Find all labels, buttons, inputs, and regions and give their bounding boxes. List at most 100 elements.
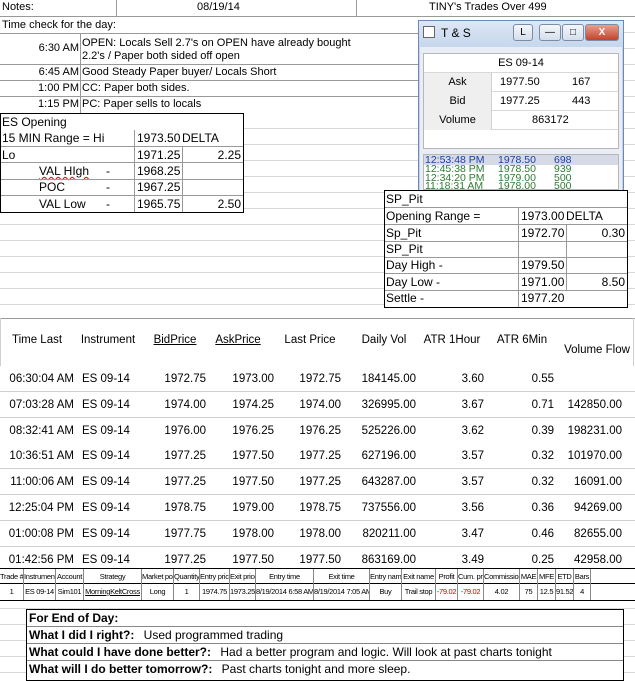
cell-daily-vol: 627196.00 bbox=[361, 450, 416, 463]
col-instrument[interactable]: Instrument bbox=[78, 327, 138, 353]
sp-pit-delta: 0.30 bbox=[601, 226, 625, 240]
bid-size: 443 bbox=[572, 95, 591, 107]
trade-table-header: Trade # Instrument Account Strategy Market p… bbox=[0, 568, 635, 585]
trades-list[interactable]: 12:53:48 PM 1978.50 698 12:45:38 PM 1978… bbox=[423, 154, 619, 191]
cell-instrument: ES 09-14 bbox=[82, 424, 130, 437]
trade-cell: 4.02 bbox=[484, 584, 520, 600]
table-row[interactable]: 10:36:51 AM ES 09-14 1977.25 1977.50 1977.25… bbox=[0, 443, 635, 470]
trade-col-header[interactable]: Commission bbox=[484, 569, 520, 585]
table-row[interactable]: 01:00:08 PM ES 09-14 1977.75 1978.00 1978.00… bbox=[0, 520, 635, 547]
sp-pit-title-2: SP_Pit bbox=[386, 242, 423, 256]
timecheck-note: PC: Paper sells to locals bbox=[82, 98, 202, 110]
time-and-sales-window[interactable]: T & S L — □ X ES 09-14 Ask 1977.50 167 B… bbox=[418, 20, 624, 192]
trade-col-header[interactable]: Bars bbox=[574, 569, 591, 585]
table-row[interactable]: 07:03:28 AM ES 09-14 1974.00 1974.25 1974.00… bbox=[0, 391, 635, 418]
cell-volume-flow: 198231.00 bbox=[567, 424, 622, 437]
header-date: 08/19/14 bbox=[197, 1, 240, 13]
cell-ask-price: 1973.00 bbox=[232, 373, 274, 385]
lo-delta: 2.25 bbox=[217, 148, 241, 162]
cell-daily-vol: 737556.00 bbox=[361, 502, 416, 514]
trade-cell: 91.52 bbox=[556, 584, 574, 600]
timecheck-label: Time check for the day: bbox=[2, 19, 116, 31]
minimize-button[interactable]: — bbox=[539, 24, 561, 41]
trade-col-header[interactable]: MFE bbox=[538, 569, 556, 585]
trade-col-header[interactable]: Quantity bbox=[174, 569, 200, 585]
col-ask-price[interactable]: AskPrice bbox=[208, 327, 268, 353]
cell-ask-price: 1977.50 bbox=[232, 450, 274, 463]
cell-time-last: 08:32:41 AM bbox=[9, 424, 74, 437]
cell-time-last: 10:36:51 AM bbox=[9, 450, 74, 463]
trade-col-header[interactable]: Profit bbox=[436, 569, 458, 585]
trade-col-header[interactable]: Exit time bbox=[314, 569, 370, 585]
trade-col-header[interactable]: Entry time bbox=[256, 569, 314, 585]
cell-volume-flow bbox=[560, 366, 622, 392]
table-row[interactable]: 12:25:04 PM ES 09-14 1978.75 1979.00 1978.75… bbox=[0, 495, 635, 521]
trade-cell: 12.5 bbox=[538, 584, 556, 600]
col-atr-1hour[interactable]: ATR 1Hour bbox=[422, 327, 482, 353]
cell-ask-price: 1978.00 bbox=[232, 527, 274, 540]
col-last-price[interactable]: Last Price bbox=[280, 327, 340, 353]
day-low-delta: 8.50 bbox=[601, 275, 625, 289]
timecheck-note: Good Steady Paper buyer/ Locals Short bbox=[82, 66, 277, 78]
cell-daily-vol: 643287.00 bbox=[361, 476, 416, 489]
ask-size: 167 bbox=[572, 76, 591, 88]
trade-table-row[interactable]: 1 ES 09-14 Sim101 MorningKeltCross Long 1 1974… bbox=[0, 584, 635, 601]
trade-cell: Trail stop bbox=[402, 584, 436, 600]
cell-ask-price: 1979.00 bbox=[232, 502, 274, 514]
cell-bid-price: 1976.00 bbox=[164, 424, 206, 437]
cell-time-last: 07:03:28 AM bbox=[9, 398, 74, 411]
col-volume-flow[interactable]: Volume Flow bbox=[562, 337, 632, 363]
trade-col-header[interactable]: Account bbox=[56, 569, 84, 585]
hi-value: 1973.50 bbox=[137, 131, 181, 145]
quote-symbol: ES 09-14 bbox=[424, 54, 618, 73]
eod-a2: Had a better program and logic. Will loo… bbox=[220, 645, 552, 659]
table-row[interactable]: 06:30:04 AM ES 09-14 1972.75 1973.00 1972.75… bbox=[0, 366, 635, 392]
window-icon bbox=[423, 26, 435, 38]
val-low-value: 1965.75 bbox=[137, 197, 181, 211]
cell-atr-6min: 0.32 bbox=[531, 450, 554, 463]
trade-col-header[interactable]: MAE bbox=[520, 569, 538, 585]
sp-pit-value: 1972.70 bbox=[521, 226, 565, 240]
lo-label: Lo bbox=[2, 148, 16, 162]
cell-last-price: 1977.25 bbox=[299, 476, 341, 489]
close-button[interactable]: X bbox=[585, 24, 619, 41]
cell-last-price: 1978.75 bbox=[299, 502, 341, 514]
trade-cell: 1 bbox=[174, 584, 200, 600]
cell-daily-vol: 326995.00 bbox=[361, 398, 416, 411]
table-row[interactable]: 11:00:06 AM ES 09-14 1977.25 1977.50 1977.25… bbox=[0, 469, 635, 496]
trade-col-header[interactable]: Trade # bbox=[0, 569, 24, 585]
trade-col-header[interactable]: Exit name bbox=[402, 569, 436, 585]
col-time-last[interactable]: Time Last bbox=[4, 327, 70, 353]
cell-daily-vol: 820211.00 bbox=[362, 527, 416, 540]
cell-time-last: 11:00:06 AM bbox=[10, 476, 74, 489]
cell-last-price: 1974.00 bbox=[299, 398, 341, 411]
col-atr-6min[interactable]: ATR 6Min bbox=[492, 327, 552, 353]
timecheck-note: OPEN: Locals Sell 2.7's on OPEN have alr… bbox=[82, 37, 351, 49]
trade-cell: 1973.25 bbox=[230, 584, 256, 600]
trade-col-header[interactable]: Cum. profit bbox=[458, 569, 484, 585]
cell-atr-6min: 0.46 bbox=[531, 527, 554, 540]
cell-atr-6min: 0.71 bbox=[531, 398, 554, 411]
trade-col-header[interactable]: Strategy bbox=[84, 569, 142, 585]
sp-pit-box: SP_Pit Opening Range = 1973.00 DELTA Sp_… bbox=[384, 190, 628, 308]
header-row: Notes: 08/19/14 TINY's Trades Over 499 bbox=[0, 0, 635, 17]
maximize-button[interactable]: □ bbox=[562, 24, 584, 41]
col-bid-price[interactable]: BidPrice bbox=[145, 327, 205, 353]
delta-label: DELTA bbox=[182, 131, 219, 145]
col-daily-vol[interactable]: Daily Vol bbox=[354, 327, 414, 353]
trade-col-header[interactable]: Entry price bbox=[200, 569, 230, 585]
eod-a3: Past charts tonight and more sleep. bbox=[221, 662, 411, 676]
cell-atr-1hour: 3.57 bbox=[461, 450, 484, 463]
window-titlebar[interactable]: T & S L — □ X bbox=[419, 21, 623, 47]
trade-col-header[interactable]: Market pos. bbox=[142, 569, 174, 585]
table-row[interactable]: 08:32:41 AM ES 09-14 1976.00 1976.25 1976.25… bbox=[0, 417, 635, 444]
link-button[interactable]: L bbox=[513, 24, 533, 41]
cell-instrument: ES 09-14 bbox=[82, 527, 130, 540]
val-high-label: VAL HIgh bbox=[39, 164, 90, 178]
trade-col-header[interactable]: ETD bbox=[556, 569, 574, 585]
trade-col-header[interactable]: Entry name bbox=[370, 569, 402, 585]
bid-label: Bid bbox=[424, 92, 492, 111]
trade-col-header[interactable]: Instrument bbox=[24, 569, 56, 585]
trade-col-header[interactable]: Exit price bbox=[230, 569, 256, 585]
notes-label: Notes: bbox=[2, 1, 34, 13]
